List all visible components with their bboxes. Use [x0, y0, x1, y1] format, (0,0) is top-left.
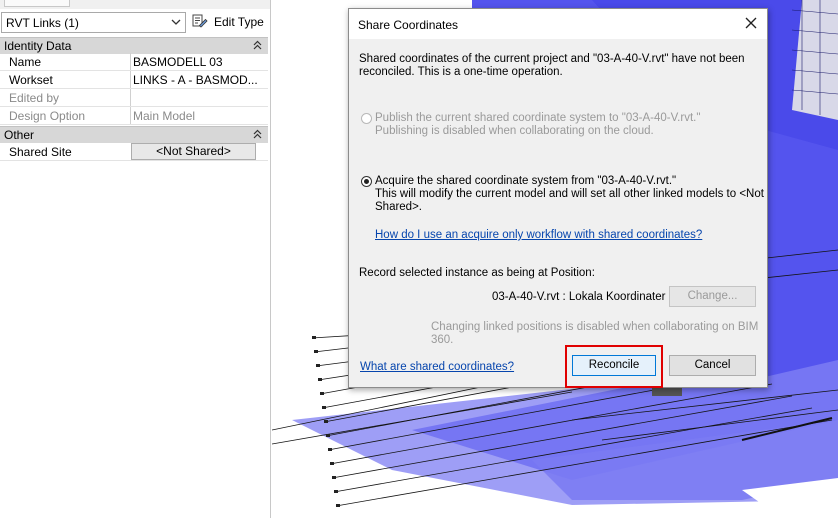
cancel-button[interactable]: Cancel [669, 355, 756, 376]
properties-tab[interactable] [4, 0, 70, 7]
publish-radio [361, 113, 372, 124]
property-key: Workset [9, 73, 53, 87]
radio-selected-dot [364, 179, 369, 184]
position-value: 03-A-40-V.rvt : Lokala Koordinater [492, 291, 666, 303]
type-selector[interactable]: RVT Links (1) [1, 12, 186, 33]
property-row-shared-site: Shared Site <Not Shared> [0, 143, 268, 161]
property-key: Shared Site [9, 145, 72, 159]
property-row-name[interactable]: Name BASMODELL 03 [0, 53, 268, 71]
shared-coordinates-help-link[interactable]: What are shared coordinates? [360, 361, 514, 373]
intro-line-1: Shared coordinates of the current projec… [359, 53, 745, 65]
property-key: Design Option [9, 109, 86, 123]
disabled-note: Changing linked positions is disabled wh… [431, 321, 759, 346]
acquire-note-line-1: This will modify the current model and w… [375, 188, 764, 200]
intro-line-2: reconciled. This is a one-time operation… [359, 66, 563, 78]
group-title: Identity Data [4, 39, 72, 53]
share-coordinates-dialog: Share Coordinates Shared coordinates of … [348, 8, 768, 388]
property-row-design-option: Design Option Main Model [0, 107, 268, 125]
acquire-note-line-2: Shared>. [375, 201, 422, 213]
acquire-help-link[interactable]: How do I use an acquire only workflow wi… [375, 229, 702, 241]
property-value: BASMODELL 03 [133, 55, 223, 69]
reconcile-button[interactable]: Reconcile [572, 355, 656, 376]
property-row-workset[interactable]: Workset LINKS - A - BASMOD... [0, 71, 268, 89]
collapse-icon [253, 129, 262, 139]
acquire-label[interactable]: Acquire the shared coordinate system fro… [375, 175, 676, 188]
close-icon[interactable] [745, 17, 757, 29]
edit-type-icon [192, 14, 208, 28]
group-identity-data[interactable]: Identity Data [0, 37, 268, 54]
change-button: Change... [669, 286, 756, 307]
group-other[interactable]: Other [0, 126, 268, 143]
property-key: Name [9, 55, 42, 69]
dialog-title: Share Coordinates [358, 18, 459, 32]
property-value: LINKS - A - BASMOD... [133, 73, 258, 87]
property-key: Edited by [9, 91, 60, 105]
group-title: Other [4, 128, 35, 142]
collapse-icon [253, 40, 262, 50]
record-label: Record selected instance as being at Pos… [359, 267, 595, 279]
shared-site-button[interactable]: <Not Shared> [131, 143, 256, 160]
publish-note: Publishing is disabled when collaboratin… [375, 125, 654, 137]
dialog-titlebar[interactable]: Share Coordinates [349, 9, 767, 39]
edit-type-label: Edit Type [214, 15, 264, 29]
property-row-edited-by: Edited by [0, 89, 268, 107]
property-value: Main Model [133, 109, 196, 123]
type-selector-value: RVT Links (1) [6, 16, 79, 30]
chevron-down-icon [171, 19, 181, 25]
properties-panel: RVT Links (1) Edit Type Identity Data Na… [0, 0, 271, 518]
publish-label: Publish the current shared coordinate sy… [375, 112, 701, 124]
properties-tab-strip [0, 0, 270, 9]
acquire-radio[interactable] [361, 176, 372, 187]
